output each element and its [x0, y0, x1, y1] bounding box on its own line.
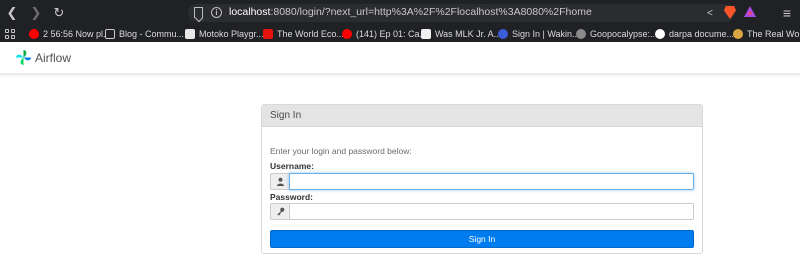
bookmark-item[interactable]: Was MLK Jr. A... — [421, 26, 501, 42]
apps-icon[interactable] — [5, 29, 15, 39]
sign-in-button[interactable]: Sign In — [270, 230, 694, 248]
panel-title: Sign In — [262, 105, 702, 127]
bookmark-label: The Real Worl... — [747, 29, 800, 39]
youtube-icon — [342, 29, 352, 39]
bookmark-label: Goopocalypse:... — [590, 29, 658, 39]
forward-button[interactable]: ❯ — [28, 5, 44, 21]
realworld-icon — [733, 29, 743, 39]
password-input[interactable] — [289, 203, 694, 220]
bookmark-item[interactable]: Motoko Playgr... — [185, 26, 264, 42]
bookmark-label: Was MLK Jr. A... — [435, 29, 502, 39]
user-icon — [270, 173, 289, 190]
bookmark-label: Motoko Playgr... — [199, 29, 264, 39]
password-field — [270, 203, 694, 220]
youtube-icon — [29, 29, 39, 39]
bookmark-label: The World Eco... — [277, 29, 344, 39]
login-panel: Sign In Enter your login and password be… — [261, 104, 703, 254]
bookmark-label: 2 56:56 Now pl... — [43, 29, 111, 39]
login-hint: Enter your login and password below: — [270, 146, 412, 156]
waking-icon — [498, 29, 508, 39]
bookmark-label: (141) Ep 01: Ca... — [356, 29, 428, 39]
bookmark-item[interactable]: The Real Worl... — [733, 26, 800, 42]
page-icon — [105, 29, 115, 39]
username-field — [270, 173, 694, 190]
bookmarks-bar: 2 56:56 Now pl... Blog - Commu... Motoko… — [0, 26, 800, 42]
google-icon — [655, 29, 665, 39]
address-bar[interactable]: i localhost:8080/login/?next_url=http%3A… — [188, 4, 735, 22]
bookmark-item[interactable]: The World Eco... — [263, 26, 344, 42]
reload-button[interactable]: ↻ — [51, 5, 67, 21]
site-info-icon[interactable]: i — [211, 7, 222, 18]
username-input[interactable] — [289, 173, 694, 190]
goop-icon — [576, 29, 586, 39]
bookmark-item[interactable]: 2 56:56 Now pl... — [29, 26, 111, 42]
bookmark-icon[interactable] — [194, 7, 203, 18]
bookmark-item[interactable]: (141) Ep 01: Ca... — [342, 26, 427, 42]
url-text[interactable]: localhost:8080/login/?next_url=http%3A%2… — [229, 6, 592, 18]
motoko-icon — [185, 29, 195, 39]
article-icon — [421, 29, 431, 39]
economist-icon — [263, 29, 273, 39]
airflow-logo-icon[interactable] — [15, 49, 32, 66]
key-icon — [270, 203, 289, 220]
url-path: :8080/login/?next_url=http%3A%2F%2Flocal… — [270, 6, 592, 18]
menu-icon[interactable]: ≡ — [780, 5, 794, 21]
bookmark-item[interactable]: Blog - Commu... — [105, 26, 184, 42]
username-label: Username: — [270, 161, 314, 171]
brand-name[interactable]: Airflow — [35, 51, 71, 65]
password-label: Password: — [270, 192, 313, 202]
brave-rewards-icon[interactable] — [744, 6, 756, 17]
bookmark-item[interactable]: Goopocalypse:... — [576, 26, 658, 42]
bookmark-item[interactable]: darpa docume... — [655, 26, 734, 42]
bookmark-label: Sign In | Wakin... — [512, 29, 580, 39]
url-host: localhost — [229, 6, 271, 18]
app-navbar: Airflow — [0, 42, 800, 74]
back-button[interactable]: ❮ — [4, 5, 20, 21]
share-icon[interactable]: < — [707, 8, 717, 19]
browser-toolbar: ❮ ❯ ↻ i localhost:8080/login/?next_url=h… — [0, 0, 800, 26]
bookmark-label: darpa docume... — [669, 29, 735, 39]
bookmark-item[interactable]: Sign In | Wakin... — [498, 26, 580, 42]
bookmark-label: Blog - Commu... — [119, 29, 185, 39]
